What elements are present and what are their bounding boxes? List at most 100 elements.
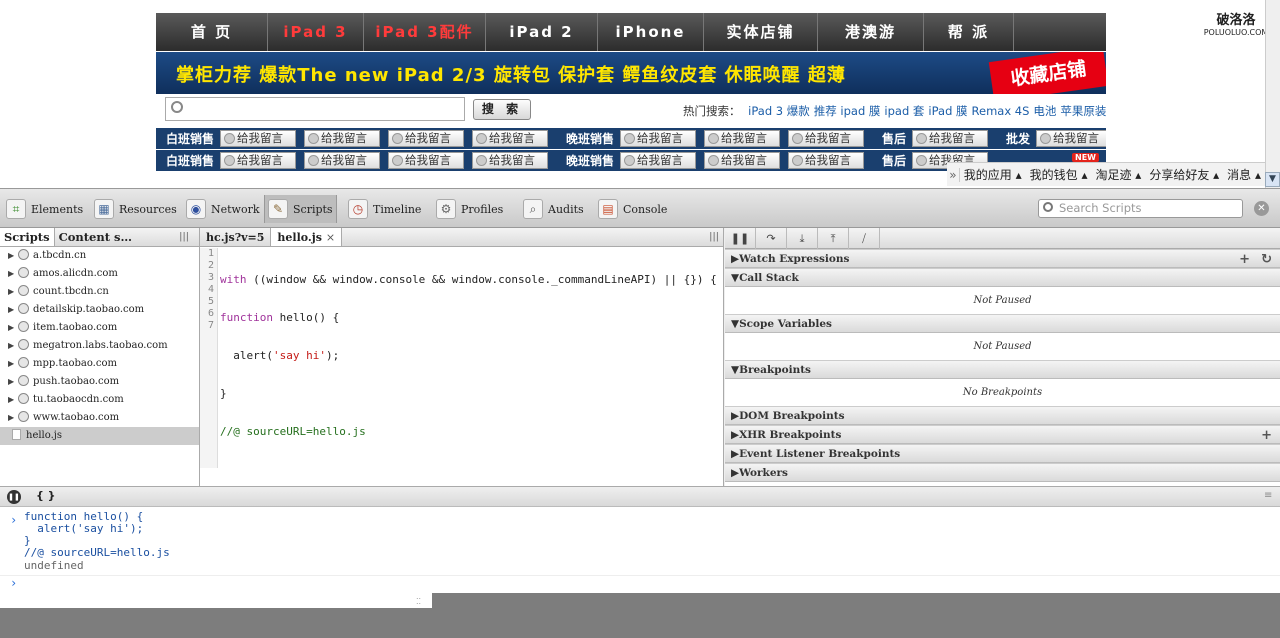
hot-search-link[interactable]: iPad 3 爆款 <box>748 104 810 118</box>
panel-tab-timeline[interactable]: ◷ Timeline <box>348 195 421 223</box>
leave-message-button[interactable]: 给我留言 <box>220 130 297 147</box>
line-number[interactable]: 5 <box>200 296 214 308</box>
resize-grip-icon[interactable]: ||| <box>709 232 719 242</box>
close-icon[interactable]: ✕ <box>1254 201 1269 216</box>
disclosure-triangle-icon[interactable]: ▶ <box>8 265 18 283</box>
nav-item[interactable]: 实体店铺 <box>704 13 818 51</box>
line-number[interactable]: 3 <box>200 272 214 284</box>
leave-message-button[interactable]: 给我留言 <box>220 152 297 169</box>
refresh-icon[interactable]: ↻ <box>1261 250 1272 269</box>
leave-message-button[interactable]: 给我留言 <box>472 152 549 169</box>
leave-message-button[interactable]: 给我留言 <box>304 130 381 147</box>
pause-button[interactable]: ❚❚ <box>725 228 756 249</box>
step-into-button[interactable]: ⤓ <box>787 228 818 249</box>
pause-on-exceptions-icon[interactable]: ❚❚ <box>7 490 21 504</box>
editor-tab[interactable]: hc.js?v=5 <box>200 228 272 246</box>
tab-scripts[interactable]: Scripts <box>0 228 55 246</box>
toolbar-menu-item[interactable]: 我的应用 ▴ <box>960 166 1026 183</box>
disclosure-triangle-icon[interactable]: ▶ <box>8 409 18 427</box>
panel-tab-profiles[interactable]: ⚙ Profiles <box>436 195 503 223</box>
pretty-print-button[interactable]: { } <box>36 489 56 502</box>
code-view[interactable]: with ((window && window.console && windo… <box>220 248 724 468</box>
tree-item-domain[interactable]: ▶ tu.taobaocdn.com <box>0 391 199 409</box>
nav-item[interactable]: iPad 3配件 <box>364 13 486 51</box>
panel-tab-network[interactable]: ◉ Network <box>186 195 260 223</box>
tree-item-domain[interactable]: ▶ push.taobao.com <box>0 373 199 391</box>
nav-item[interactable]: 港澳游 <box>818 13 924 51</box>
tree-item-domain[interactable]: ▶ amos.alicdn.com <box>0 265 199 283</box>
nav-item[interactable]: iPad 2 <box>486 13 598 51</box>
panel-tab-scripts[interactable]: ✎ Scripts <box>264 195 337 223</box>
line-number[interactable]: 4 <box>200 284 214 296</box>
section-header[interactable]: ▼Call Stack <box>725 268 1280 287</box>
hot-search-link[interactable]: 电池 <box>1033 104 1056 118</box>
step-out-button[interactable]: ⤒ <box>818 228 849 249</box>
tree-item-domain[interactable]: ▶ count.tbcdn.cn <box>0 283 199 301</box>
disclosure-triangle-icon[interactable]: ▶ <box>8 301 18 319</box>
toolbar-menu-item[interactable]: 淘足迹 ▴ <box>1091 166 1145 183</box>
leave-message-button[interactable]: 给我留言 <box>388 130 465 147</box>
tree-item-domain[interactable]: ▶ item.taobao.com <box>0 319 199 337</box>
toolbar-menu-item[interactable]: 消息 ▴ <box>1223 166 1265 183</box>
tree-item-domain[interactable]: ▶ a.tbcdn.cn <box>0 247 199 265</box>
leave-message-button[interactable]: 给我留言 <box>788 130 865 147</box>
line-number[interactable]: 2 <box>200 260 214 272</box>
section-header[interactable]: ▶Workers <box>725 463 1280 482</box>
leave-message-button[interactable]: 给我留言 <box>1036 130 1106 147</box>
leave-message-button[interactable]: 给我留言 <box>788 152 865 169</box>
hot-search-link[interactable]: iPad 膜 <box>928 104 967 118</box>
disclosure-triangle-icon[interactable]: ▶ <box>8 373 18 391</box>
leave-message-button[interactable]: 给我留言 <box>704 130 781 147</box>
search-scripts-input[interactable]: Search Scripts <box>1038 199 1243 218</box>
section-header[interactable]: ▶DOM Breakpoints <box>725 406 1280 425</box>
leave-message-button[interactable]: 给我留言 <box>704 152 781 169</box>
line-number[interactable]: 7 <box>200 320 214 332</box>
console-input[interactable]: › <box>0 575 1280 593</box>
section-header[interactable]: ▼Scope Variables <box>725 314 1280 333</box>
leave-message-button[interactable]: 给我留言 <box>620 130 697 147</box>
section-header[interactable]: ▶XHR Breakpoints + <box>725 425 1280 444</box>
resize-grip-icon[interactable]: ⁚⁚ <box>416 597 421 606</box>
tree-file-selected[interactable]: hello.js <box>0 427 199 445</box>
line-number[interactable]: 6 <box>200 308 214 320</box>
disclosure-triangle-icon[interactable]: ▶ <box>8 319 18 337</box>
section-header[interactable]: ▶Watch Expressions + ↻ <box>725 249 1280 268</box>
panel-tab-elements[interactable]: ⌗ Elements <box>6 195 83 223</box>
disclosure-triangle-icon[interactable]: ▶ <box>8 247 18 265</box>
panel-tab-resources[interactable]: ▦ Resources <box>94 195 177 223</box>
leave-message-button[interactable]: 给我留言 <box>304 152 381 169</box>
leave-message-button[interactable]: 给我留言 <box>620 152 697 169</box>
add-icon[interactable]: + <box>1239 250 1250 269</box>
shop-search-input[interactable] <box>165 97 465 121</box>
section-header[interactable]: ▶Event Listener Breakpoints <box>725 444 1280 463</box>
resize-grip-icon[interactable]: ||| <box>179 232 189 242</box>
tree-item-domain[interactable]: ▶ megatron.labs.taobao.com <box>0 337 199 355</box>
site-logo[interactable]: 破洛洛 POLUOLUO.COM <box>1200 9 1272 37</box>
resize-grip-icon[interactable]: ≡ <box>1264 490 1272 501</box>
disclosure-triangle-icon[interactable]: ▶ <box>8 355 18 373</box>
disclosure-triangle-icon[interactable]: ▶ <box>8 391 18 409</box>
shop-search-button[interactable]: 搜 索 <box>473 99 531 120</box>
hot-search-link[interactable]: 苹果原装 <box>1060 104 1106 118</box>
leave-message-button[interactable]: 给我留言 <box>388 152 465 169</box>
panel-tab-audits[interactable]: ⌕ Audits <box>523 195 584 223</box>
tab-content-scripts[interactable]: Content s… <box>55 228 136 246</box>
leave-message-button[interactable]: 给我留言 <box>912 130 989 147</box>
close-tab-icon[interactable]: × <box>326 231 335 244</box>
nav-item[interactable]: iPhone <box>598 13 704 51</box>
nav-item[interactable]: iPad 3 <box>268 13 364 51</box>
page-scrollbar[interactable] <box>1265 0 1280 188</box>
editor-tab[interactable]: hello.js × <box>271 228 343 246</box>
tree-item-domain[interactable]: ▶ www.taobao.com <box>0 409 199 427</box>
console-output[interactable]: › function hello() { alert('say hi'); } … <box>0 507 1280 593</box>
leave-message-button[interactable]: 给我留言 <box>472 130 549 147</box>
section-header[interactable]: ▼Breakpoints <box>725 360 1280 379</box>
hot-search-link[interactable]: 推荐 ipad 膜 <box>814 104 881 118</box>
favorite-shop-button[interactable]: 收藏店铺 <box>988 52 1106 94</box>
add-icon[interactable]: + <box>1261 426 1272 445</box>
deactivate-breakpoints-button[interactable]: ⧸ <box>849 228 880 249</box>
nav-item[interactable]: 帮 派 <box>924 13 1014 51</box>
disclosure-triangle-icon[interactable]: ▶ <box>8 337 18 355</box>
scroll-down-arrow-icon[interactable]: ▼ <box>1265 172 1280 187</box>
line-number[interactable]: 1 <box>200 248 214 260</box>
